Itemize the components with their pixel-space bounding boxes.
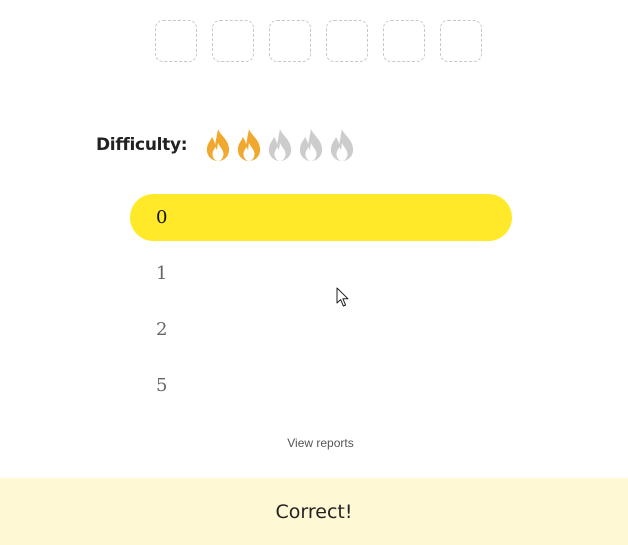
result-text: Correct!	[275, 500, 353, 523]
difficulty-label: Difficulty:	[96, 135, 188, 155]
answer-option-0[interactable]: 0	[130, 194, 512, 241]
answer-slot[interactable]	[383, 20, 425, 62]
mouse-cursor-icon	[336, 287, 349, 307]
answer-slot[interactable]	[440, 20, 482, 62]
answer-slot[interactable]	[269, 20, 311, 62]
answer-option-label: 2	[156, 319, 168, 340]
answer-option-3[interactable]: 5	[130, 362, 512, 409]
flame-icon	[300, 129, 323, 161]
answer-slots	[155, 20, 482, 62]
answer-option-2[interactable]: 2	[130, 306, 512, 353]
answer-option-1[interactable]: 1	[130, 250, 512, 297]
answer-option-label: 1	[156, 263, 168, 284]
difficulty-rating: Difficulty:	[96, 128, 357, 162]
flame-icon	[207, 129, 230, 161]
answer-slot[interactable]	[326, 20, 368, 62]
view-reports-link[interactable]: View reports	[0, 436, 628, 450]
answer-slot[interactable]	[155, 20, 197, 62]
flame-icon	[331, 129, 354, 161]
flame-icon	[269, 129, 292, 161]
answer-option-label: 0	[156, 207, 168, 228]
difficulty-flames	[203, 128, 357, 162]
result-banner: Correct!	[0, 478, 628, 545]
answer-options: 0 1 2 5	[130, 194, 512, 418]
answer-option-label: 5	[156, 375, 168, 396]
answer-slot[interactable]	[212, 20, 254, 62]
quiz-page: Difficulty: 0 1 2 5 View reports Correct…	[0, 0, 628, 545]
flame-icon	[238, 129, 261, 161]
